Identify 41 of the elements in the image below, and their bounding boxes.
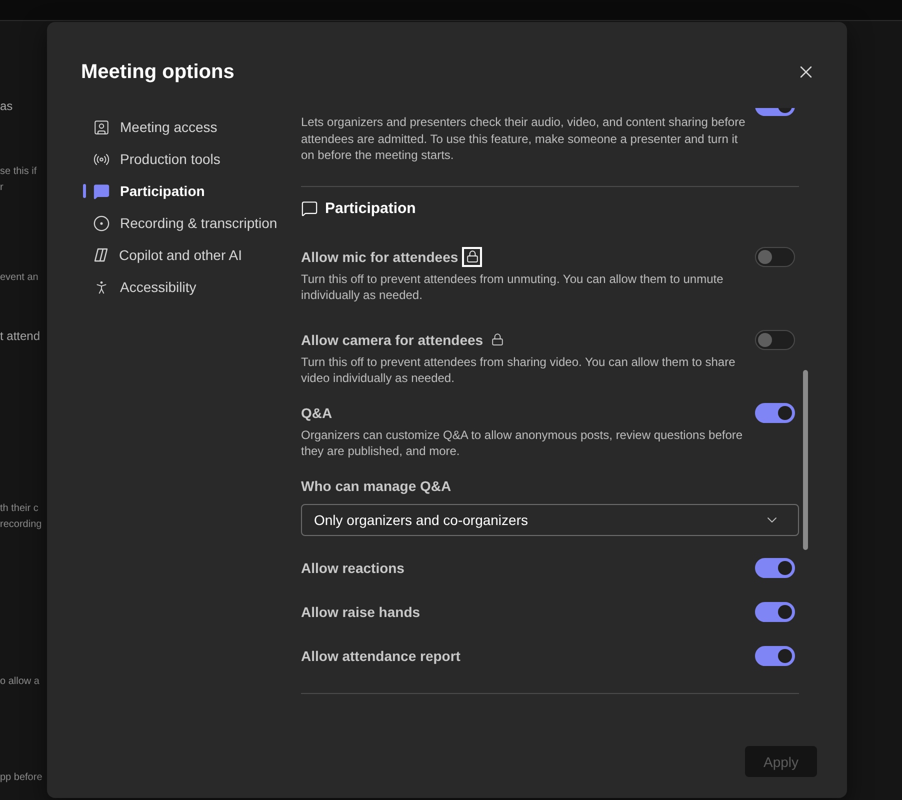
- background-text: event an: [0, 271, 40, 285]
- chat-bubble-icon: [93, 182, 110, 200]
- nav-item[interactable]: Production tools: [81, 143, 301, 175]
- background-text: se this if: [0, 165, 38, 179]
- toggle-switch[interactable]: [755, 646, 795, 666]
- setting-description: Organizers can customize Q&A to allow anonymous posts, review questions before they are published, and more.: [301, 426, 744, 460]
- toggle-switch[interactable]: [755, 402, 795, 422]
- background-text: o allow a: [0, 675, 40, 689]
- setting-title: Allow camera for attendees: [301, 332, 484, 348]
- background-text: pp before: [0, 771, 44, 785]
- copilot-icon: [93, 247, 109, 263]
- nav-item[interactable]: Recording & transcription: [81, 207, 301, 239]
- nav-item[interactable]: Meeting access: [81, 111, 301, 143]
- section-title: Participation: [325, 200, 416, 217]
- chat-bubble-icon: [301, 200, 318, 217]
- setting-description: Turn this off to prevent attendees from unmuting. You can allow them to unmute individually as needed.: [301, 270, 724, 304]
- record-icon: [93, 214, 110, 232]
- background-text: th their c: [0, 502, 40, 516]
- nav-item[interactable]: Copilot and other AI: [81, 239, 301, 271]
- setting-description: Lets organizers and presenters check their audio, video, and content sharing before attendees are admitted. To use this feature, make someone a presenter and turn it on before the meeting starts.: [301, 114, 746, 164]
- toggle-switch[interactable]: [755, 330, 795, 350]
- toggle-switch[interactable]: [755, 602, 795, 622]
- background-text: as: [0, 99, 14, 113]
- nav-item[interactable]: Participation: [81, 175, 301, 207]
- background-text: t attend: [0, 329, 42, 343]
- setting-title: Allow attendance report: [301, 648, 460, 664]
- dialog-title: Meeting options: [81, 60, 234, 85]
- setting-title: Allow reactions: [301, 560, 404, 576]
- background-text: recording: [0, 518, 43, 532]
- toggle-switch[interactable]: [755, 558, 795, 578]
- scrollbar-thumb[interactable]: [803, 370, 808, 550]
- setting-description: Turn this off to prevent attendees from sharing video. You can allow them to share video individually as needed.: [301, 354, 736, 386]
- setting-title: Allow raise hands: [301, 604, 420, 620]
- contact-card-icon: [93, 118, 110, 136]
- dropdown[interactable]: Only organizers and co-organizers: [301, 504, 799, 536]
- setting-title: Allow mic for attendees: [301, 248, 458, 264]
- setting-title: Who can manage Q&A: [301, 478, 452, 494]
- toggle-switch[interactable]: [755, 246, 795, 266]
- background-text: r: [0, 181, 4, 195]
- nav-item[interactable]: Accessibility: [81, 271, 301, 303]
- setting-title: Q&A: [301, 404, 332, 420]
